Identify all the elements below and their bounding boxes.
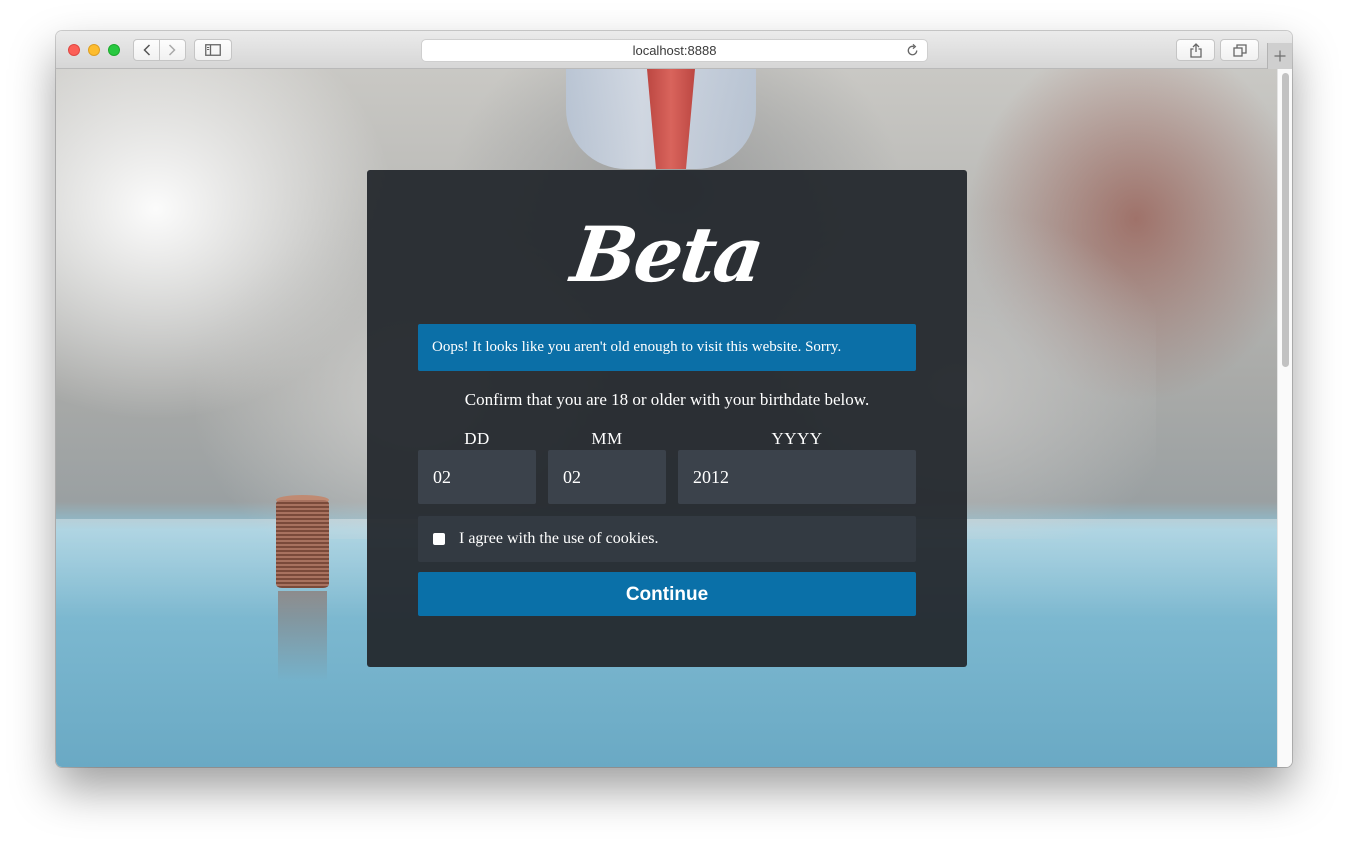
zoom-window-button[interactable] xyxy=(108,44,120,56)
page-viewport: Beta Oops! It looks like you aren't old … xyxy=(56,69,1277,767)
plus-icon xyxy=(1274,50,1286,62)
cookie-consent-label[interactable]: I agree with the use of cookies. xyxy=(459,516,658,561)
back-button[interactable] xyxy=(134,40,159,60)
minimize-window-button[interactable] xyxy=(88,44,100,56)
day-input[interactable] xyxy=(418,450,536,504)
scrollbar-thumb[interactable] xyxy=(1282,73,1289,367)
month-label: MM xyxy=(591,429,623,448)
day-label: DD xyxy=(464,429,490,448)
url-text: localhost:8888 xyxy=(632,43,717,58)
browser-toolbar: localhost:8888 xyxy=(56,31,1292,69)
address-bar[interactable]: localhost:8888 xyxy=(421,39,928,62)
year-input[interactable] xyxy=(678,450,916,504)
beta-logo: Beta xyxy=(566,210,768,299)
navigation-buttons xyxy=(133,39,186,61)
forward-button[interactable] xyxy=(160,40,185,60)
background-coins-reflection xyxy=(278,591,327,681)
share-button[interactable] xyxy=(1176,39,1215,61)
chevron-right-icon xyxy=(169,44,177,56)
underage-alert: Oops! It looks like you aren't old enoug… xyxy=(418,324,916,371)
browser-window: localhost:8888 Beta Oops! It looks like … xyxy=(56,31,1292,767)
sidebar-toggle-button[interactable] xyxy=(194,39,232,61)
share-icon xyxy=(1189,42,1202,58)
year-label: YYYY xyxy=(771,429,823,448)
instruction-text: Confirm that you are 18 or older with yo… xyxy=(464,390,870,409)
age-verification-modal: Beta Oops! It looks like you aren't old … xyxy=(367,170,967,667)
close-window-button[interactable] xyxy=(68,44,80,56)
cookie-consent-row: I agree with the use of cookies. xyxy=(418,516,916,562)
reload-icon[interactable] xyxy=(905,43,920,58)
background-coins xyxy=(276,500,329,588)
show-tabs-button[interactable] xyxy=(1220,39,1259,61)
tabs-icon xyxy=(1232,43,1247,57)
cookie-consent-checkbox[interactable] xyxy=(433,533,445,545)
month-input[interactable] xyxy=(548,450,666,504)
chevron-left-icon xyxy=(142,44,150,56)
sidebar-icon xyxy=(205,44,221,56)
page-scrollbar[interactable] xyxy=(1277,69,1292,767)
continue-button[interactable]: Continue xyxy=(418,572,916,616)
new-tab-button[interactable] xyxy=(1267,43,1292,69)
